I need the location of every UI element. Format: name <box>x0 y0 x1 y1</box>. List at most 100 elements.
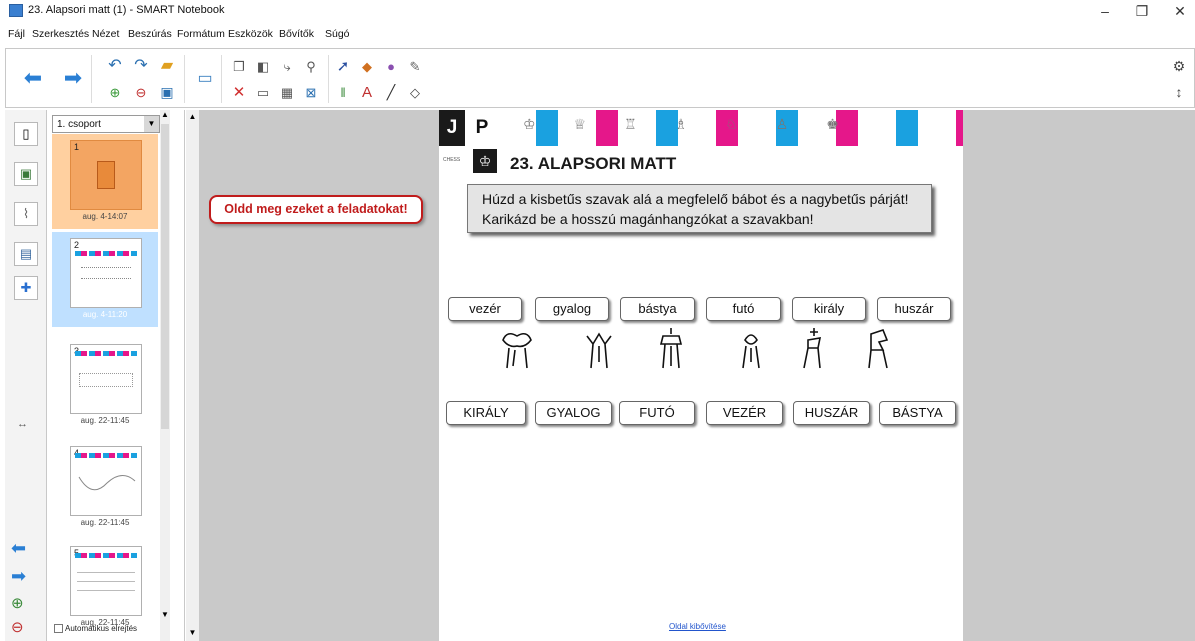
delete-page-icon[interactable]: ⊖ <box>130 81 152 103</box>
minimize-button[interactable]: – <box>1090 0 1120 22</box>
word-box-huszar-upper[interactable]: HUSZÁR <box>793 401 870 425</box>
menu-format[interactable]: Formátum <box>177 28 225 40</box>
attachments-tab-icon[interactable]: ⌇ <box>14 202 38 226</box>
forward-arrow-icon[interactable]: ➡ <box>62 67 84 89</box>
delete-icon[interactable]: ✕ <box>228 81 250 103</box>
scroll-up-icon[interactable]: ▲ <box>160 110 170 119</box>
word-box-bastya[interactable]: bástya <box>620 297 695 321</box>
display-screen-icon[interactable]: ▭ <box>194 68 216 90</box>
gear-icon[interactable]: ⚙ <box>1168 55 1190 77</box>
save-icon[interactable]: ▣ <box>156 81 178 103</box>
properties-icon[interactable]: ⊠ <box>300 81 322 103</box>
page-date: aug. 22-11:45 <box>80 416 130 425</box>
page-thumb-1[interactable]: 1 aug. 4-14:07 <box>52 134 158 229</box>
chess-small-label: CHESS <box>443 157 461 163</box>
group-select[interactable]: 1. csoport ▼ <box>52 115 160 133</box>
gallery-tab-icon[interactable]: ▣ <box>14 162 38 186</box>
page-sorter: 1. csoport ▼ 1 aug. 4-14:07 2 aug. 4-11:… <box>48 110 185 641</box>
back-arrow-icon[interactable]: ⬅ <box>22 67 44 89</box>
open-folder-icon[interactable]: ▰ <box>156 55 178 77</box>
scroll-up-icon[interactable]: ▲ <box>186 112 199 121</box>
menu-tools[interactable]: Eszközök <box>228 28 273 40</box>
window-title: 23. Alapsori matt (1) - SMART Notebook <box>28 4 225 16</box>
menu-addons[interactable]: Bővítők <box>279 28 314 40</box>
line-tool-icon[interactable]: ╱ <box>380 81 402 103</box>
extend-page-link[interactable]: Oldal kibővítése <box>669 622 726 631</box>
page-title[interactable]: 23. ALAPSORI MATT <box>510 154 676 174</box>
word-box-gyalog-upper[interactable]: GYALOG <box>535 401 612 425</box>
table-icon[interactable]: ▦ <box>276 81 298 103</box>
creative-pen-icon[interactable]: ✎ <box>404 55 426 77</box>
autohide-label: Automatikus elrejtés <box>65 624 138 633</box>
menu-insert[interactable]: Beszúrás <box>128 28 172 40</box>
toolbar-move-icon[interactable]: ↕ <box>1168 81 1190 103</box>
addons-tab-icon[interactable]: ✚ <box>14 276 38 300</box>
chess-drawings-strip: ♔♕♖♗♘♙♚ <box>523 116 877 132</box>
menu-bar: Fájl Szerkesztés Nézet Beszúrás Formátum… <box>0 22 1195 46</box>
page-thumb-5[interactable]: 5 aug. 22-11:45 <box>52 540 158 635</box>
document-camera-icon[interactable]: ⚲ <box>300 55 322 77</box>
group-select-value: 1. csoport <box>57 119 101 130</box>
screen-shade-icon[interactable]: ◧ <box>252 55 274 77</box>
word-box-bastya-upper[interactable]: BÁSTYA <box>879 401 956 425</box>
chevron-down-icon[interactable]: ▼ <box>144 116 159 132</box>
curve-diagram <box>78 475 136 491</box>
sidebar-forward-icon[interactable]: ➡ <box>11 566 26 587</box>
autohide-checkbox[interactable]: Automatikus elrejtés <box>54 624 138 634</box>
word-box-huszar[interactable]: huszár <box>877 297 951 321</box>
side-tab-strip: ▯ ▣ ⌇ ▤ ✚ ↔ ⬅ ➡ ⊕ ⊖ <box>5 110 47 641</box>
sidebar-delete-page-icon[interactable]: ⊖ <box>11 618 24 636</box>
page-number: 2 <box>74 240 80 250</box>
pawn-piece-drawing[interactable] <box>579 326 619 372</box>
word-box-vezer-upper[interactable]: VEZÉR <box>706 401 783 425</box>
task-box[interactable]: Húzd a kisbetűs szavak alá a megfelelő b… <box>467 184 932 233</box>
menu-view[interactable]: Nézet <box>92 28 119 40</box>
word-box-kiraly-upper[interactable]: KIRÁLY <box>446 401 526 425</box>
sidebar-back-icon[interactable]: ⬅ <box>11 538 26 559</box>
resize-sidebar-icon[interactable]: ↔ <box>17 418 28 430</box>
title-bar: 23. Alapsori matt (1) - SMART Notebook –… <box>0 0 1195 22</box>
full-screen-icon[interactable]: ▭ <box>252 81 274 103</box>
sidebar-add-page-icon[interactable]: ⊕ <box>11 594 24 612</box>
fill-icon[interactable]: ◆ <box>356 55 378 77</box>
bishop-piece-drawing[interactable] <box>731 326 771 372</box>
restore-button[interactable]: ❐ <box>1127 0 1157 22</box>
rook-piece-drawing[interactable] <box>651 326 691 372</box>
capture-icon[interactable]: ⤷ <box>276 55 298 77</box>
properties-tab-icon[interactable]: ▤ <box>14 242 38 266</box>
page-thumb-2[interactable]: 2 aug. 4-11:20 <box>52 232 158 327</box>
redo-icon[interactable]: ↷ <box>130 55 152 77</box>
queen-piece-drawing[interactable] <box>497 326 537 372</box>
menu-help[interactable]: Súgó <box>325 28 350 40</box>
scroll-down-icon[interactable]: ▼ <box>186 628 199 637</box>
king-piece-drawing[interactable] <box>794 326 834 372</box>
close-button[interactable]: ✕ <box>1165 0 1195 22</box>
word-box-vezer[interactable]: vezér <box>448 297 522 321</box>
select-arrow-icon[interactable]: ➚ <box>332 55 354 77</box>
undo-icon[interactable]: ↶ <box>104 55 126 77</box>
word-box-kiraly[interactable]: király <box>792 297 866 321</box>
page-sorter-tab-icon[interactable]: ▯ <box>14 122 38 146</box>
word-box-gyalog[interactable]: gyalog <box>535 297 609 321</box>
eraser-icon[interactable]: ◇ <box>404 81 426 103</box>
workspace-scrollbar[interactable]: ▲ ▼ <box>186 110 199 641</box>
page-thumb-3[interactable]: 3 aug. 22-11:45 <box>52 338 158 433</box>
book-cover-image <box>97 161 115 189</box>
knight-piece-drawing[interactable] <box>857 326 897 372</box>
scroll-down-icon[interactable]: ▼ <box>160 610 170 619</box>
menu-file[interactable]: Fájl <box>8 28 25 40</box>
header-letter-j: J <box>439 110 465 146</box>
add-page-icon[interactable]: ⊕ <box>104 81 126 103</box>
word-box-futo[interactable]: futó <box>706 297 781 321</box>
text-tool-icon[interactable]: A <box>356 81 378 103</box>
word-box-futo-upper[interactable]: FUTÓ <box>619 401 695 425</box>
instruction-callout[interactable]: Oldd meg ezeket a feladatokat! <box>209 195 423 224</box>
workspace: ▲ ▼ Oldd meg ezeket a feladatokat! J P ♔… <box>186 110 1195 641</box>
page-thumb-4[interactable]: 4 aug. 22-11:45 <box>52 440 158 535</box>
magic-pen-icon[interactable]: ● <box>380 55 402 77</box>
menu-edit[interactable]: Szerkesztés <box>32 28 89 40</box>
sorter-scroll-thumb[interactable] <box>161 124 169 429</box>
page-date: aug. 22-11:45 <box>80 518 130 527</box>
pens-icon[interactable]: ‖ <box>332 81 354 103</box>
paste-icon[interactable]: ❐ <box>228 55 250 77</box>
